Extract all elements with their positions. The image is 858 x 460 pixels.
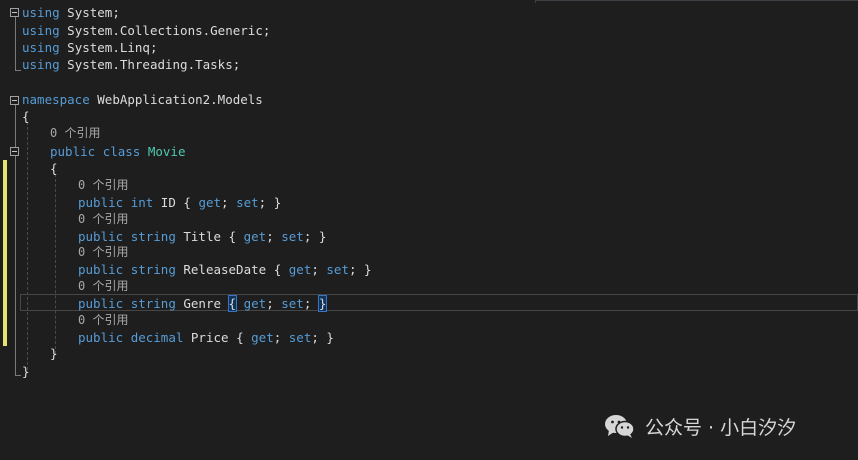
codelens-references[interactable]: 0 个引用: [50, 125, 100, 142]
code-line-namespace[interactable]: namespace WebApplication2.Models: [22, 91, 263, 108]
code-line-using[interactable]: using System;: [22, 4, 120, 21]
code-line-brace[interactable]: }: [22, 363, 30, 380]
keyword: namespace: [22, 92, 90, 107]
accessor-get: get: [288, 262, 312, 277]
type-keyword: int: [130, 195, 154, 210]
accessor-set: set: [288, 330, 312, 345]
tab-strip-edge: [535, 0, 858, 3]
accessor-set: set: [281, 229, 304, 244]
fold-end-namespace: [15, 375, 21, 376]
accessor-get: get: [243, 229, 267, 244]
keyword: using: [22, 23, 60, 38]
brace: {: [183, 195, 191, 210]
brace: }: [326, 330, 334, 345]
namespace-name: WebApplication2.Models: [97, 92, 263, 107]
accessor-get: get: [243, 296, 267, 311]
type-keyword: string: [130, 262, 176, 277]
code-line-using[interactable]: using System.Collections.Generic;: [22, 22, 270, 39]
fold-end-usings: [15, 70, 21, 71]
keyword: public: [78, 195, 124, 210]
accessor-set: set: [326, 262, 349, 277]
accessor-set: set: [236, 195, 259, 210]
fold-toggle-class[interactable]: [10, 147, 19, 156]
property-name: ID: [160, 195, 176, 210]
property-name: Title: [183, 229, 222, 244]
indent-guide: [27, 122, 28, 370]
wechat-icon: [603, 413, 637, 439]
fold-guide-usings: [15, 17, 16, 70]
fold-guide-class: [15, 156, 16, 361]
codelens-references[interactable]: 0 个引用: [78, 211, 128, 228]
brace: {: [22, 109, 30, 124]
code-line-property[interactable]: public decimal Price { get; set; }: [78, 329, 334, 346]
property-name: ReleaseDate: [183, 262, 267, 277]
code-line-property[interactable]: public string ReleaseDate { get; set; }: [78, 261, 372, 278]
code-line-property-current[interactable]: public string Genre { get; set; }: [78, 295, 328, 312]
brace: }: [50, 346, 58, 361]
accessor-set: set: [281, 296, 304, 311]
code-line-brace[interactable]: }: [50, 345, 58, 362]
brace: }: [22, 364, 30, 379]
change-indicator-bar: [3, 160, 7, 346]
accessor-get: get: [251, 330, 274, 345]
type-keyword: string: [130, 229, 176, 244]
type-keyword: string: [130, 296, 176, 311]
brace: {: [50, 161, 58, 176]
indent-guide: [55, 174, 56, 354]
brace: }: [364, 262, 372, 277]
code-line-using[interactable]: using System.Linq;: [22, 39, 157, 56]
keyword: class: [102, 144, 141, 159]
namespace-ref: System.Collections.Generic;: [67, 23, 271, 38]
keyword: using: [22, 5, 60, 20]
codelens-references[interactable]: 0 个引用: [78, 177, 128, 194]
accessor-get: get: [198, 195, 222, 210]
matched-brace: {: [227, 295, 238, 312]
keyword: using: [22, 40, 60, 55]
brace: }: [273, 195, 282, 210]
code-line-using[interactable]: using System.Threading.Tasks;: [22, 56, 240, 73]
namespace-ref: System.Threading.Tasks;: [67, 57, 241, 72]
fold-toggle-namespace[interactable]: [10, 96, 19, 105]
class-name: Movie: [147, 144, 186, 159]
keyword: using: [22, 57, 60, 72]
code-line-property[interactable]: public string Title { get; set; }: [78, 228, 326, 245]
namespace-ref: System;: [67, 5, 120, 20]
codelens-references[interactable]: 0 个引用: [78, 312, 128, 329]
fold-toggle-usings[interactable]: [10, 8, 19, 17]
type-keyword: decimal: [130, 330, 184, 345]
keyword: public: [78, 262, 124, 277]
brace: {: [236, 330, 244, 345]
code-editor[interactable]: using System; using System.Collections.G…: [0, 0, 858, 460]
code-line-property[interactable]: public int ID { get; set; }: [78, 194, 281, 211]
watermark-text: 公众号 · 小白汐汐: [645, 416, 797, 439]
codelens-references[interactable]: 0 个引用: [78, 244, 128, 261]
brace: }: [318, 229, 327, 244]
brace: {: [228, 229, 237, 244]
property-name: Price: [190, 330, 229, 345]
codelens-references[interactable]: 0 个引用: [78, 278, 128, 295]
namespace-ref: System.Linq;: [67, 40, 158, 55]
brace: {: [273, 262, 282, 277]
watermark: 公众号 · 小白汐汐: [603, 412, 796, 440]
keyword: public: [78, 330, 124, 345]
code-line-class[interactable]: public class Movie: [50, 143, 186, 160]
keyword: public: [78, 296, 124, 311]
matched-brace: }: [317, 295, 328, 312]
code-line-brace[interactable]: {: [50, 160, 58, 177]
property-name: Genre: [183, 296, 222, 311]
keyword: public: [78, 229, 124, 244]
code-line-brace[interactable]: {: [22, 108, 30, 125]
keyword: public: [50, 144, 96, 159]
